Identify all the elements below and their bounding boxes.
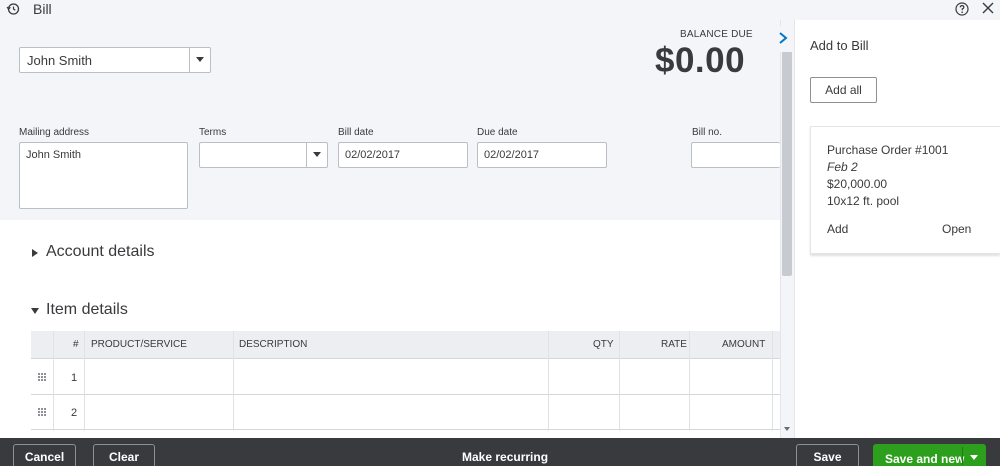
help-icon[interactable] <box>955 2 969 16</box>
column-header: # <box>73 339 79 350</box>
save-and-new-button[interactable]: Save and new <box>873 444 986 466</box>
drawer-collapse-button[interactable] <box>773 26 793 52</box>
column-divider <box>548 331 549 431</box>
collapse-arrow-icon[interactable] <box>31 308 39 314</box>
item-details-toggle[interactable]: Item details <box>46 301 128 319</box>
chevron-down-icon[interactable] <box>196 57 204 62</box>
vendor-select[interactable]: John Smith <box>19 47 211 73</box>
chevron-down-icon[interactable] <box>313 152 321 157</box>
column-divider <box>772 331 773 431</box>
column-header: RATE <box>661 339 687 350</box>
save-and-new-label: Save and new <box>885 452 965 466</box>
table-row[interactable]: 1 <box>31 360 780 395</box>
purchase-order-card: Purchase Order #1001 Feb 2 $20,000.00 10… <box>810 126 1000 254</box>
bill-no-field[interactable] <box>691 142 780 168</box>
balance-due-value: $0.00 <box>655 41 746 80</box>
expand-arrow-icon[interactable] <box>32 249 38 257</box>
po-title: Purchase Order #1001 <box>827 143 949 157</box>
due-date-value: 02/02/2017 <box>484 149 540 161</box>
select-divider <box>189 48 190 72</box>
column-divider <box>689 331 690 431</box>
po-open-link[interactable]: Open <box>942 222 971 236</box>
column-header: DESCRIPTION <box>239 339 308 350</box>
scrollbar-thumb[interactable] <box>782 30 792 276</box>
po-description: 10x12 ft. pool <box>827 194 900 208</box>
row-number: 2 <box>71 407 78 419</box>
scroll-down-icon[interactable] <box>784 427 790 431</box>
drawer-title: Add to Bill <box>810 38 869 53</box>
footer-bar: Cancel Clear Make recurring Save <box>0 438 1000 466</box>
terms-select[interactable] <box>199 142 328 168</box>
due-date-field[interactable]: 02/02/2017 <box>477 142 607 168</box>
bill-no-label: Bill no. <box>692 127 723 138</box>
column-divider <box>619 331 620 431</box>
mailing-address-label: Mailing address <box>19 127 90 138</box>
account-details-toggle[interactable]: Account details <box>46 243 155 261</box>
balance-due-label: BALANCE DUE <box>680 29 753 40</box>
po-add-link[interactable]: Add <box>827 222 848 236</box>
cancel-button[interactable]: Cancel <box>13 444 76 466</box>
po-amount: $20,000.00 <box>827 177 888 191</box>
button-divider <box>962 447 963 465</box>
drag-handle-icon[interactable] <box>38 408 47 417</box>
bill-date-label: Bill date <box>338 127 374 138</box>
chevron-right-icon[interactable] <box>777 31 789 45</box>
column-header: QTY <box>593 339 614 350</box>
table-header: # PRODUCT/SERVICE DESCRIPTION QTY RATE A… <box>31 331 780 359</box>
mailing-address-value: John Smith <box>26 149 82 161</box>
item-details-table: # PRODUCT/SERVICE DESCRIPTION QTY RATE A… <box>31 331 780 431</box>
chevron-down-icon[interactable] <box>970 455 978 460</box>
due-date-label: Due date <box>477 127 518 138</box>
save-button[interactable]: Save <box>796 444 859 466</box>
select-divider <box>306 143 307 167</box>
add-all-button[interactable]: Add all <box>810 77 877 103</box>
row-number: 1 <box>71 372 78 384</box>
close-icon[interactable] <box>981 1 995 15</box>
column-divider <box>53 331 54 431</box>
history-icon[interactable] <box>6 2 20 16</box>
column-divider <box>84 331 85 431</box>
bill-date-value: 02/02/2017 <box>345 149 401 161</box>
table-row[interactable]: 2 <box>31 395 780 430</box>
drag-handle-icon[interactable] <box>38 373 47 382</box>
column-divider <box>233 331 234 431</box>
window-title: Bill <box>33 1 52 17</box>
po-date: Feb 2 <box>827 160 858 174</box>
terms-label: Terms <box>199 127 227 138</box>
make-recurring-link[interactable]: Make recurring <box>462 450 548 464</box>
vendor-value: John Smith <box>27 53 93 68</box>
bill-date-field[interactable]: 02/02/2017 <box>338 142 468 168</box>
mailing-address-field[interactable]: John Smith <box>19 142 188 209</box>
clear-button[interactable]: Clear <box>93 444 155 466</box>
title-bar: Bill <box>0 0 1000 20</box>
column-header: PRODUCT/SERVICE <box>91 339 187 350</box>
column-header: AMOUNT <box>722 339 766 350</box>
